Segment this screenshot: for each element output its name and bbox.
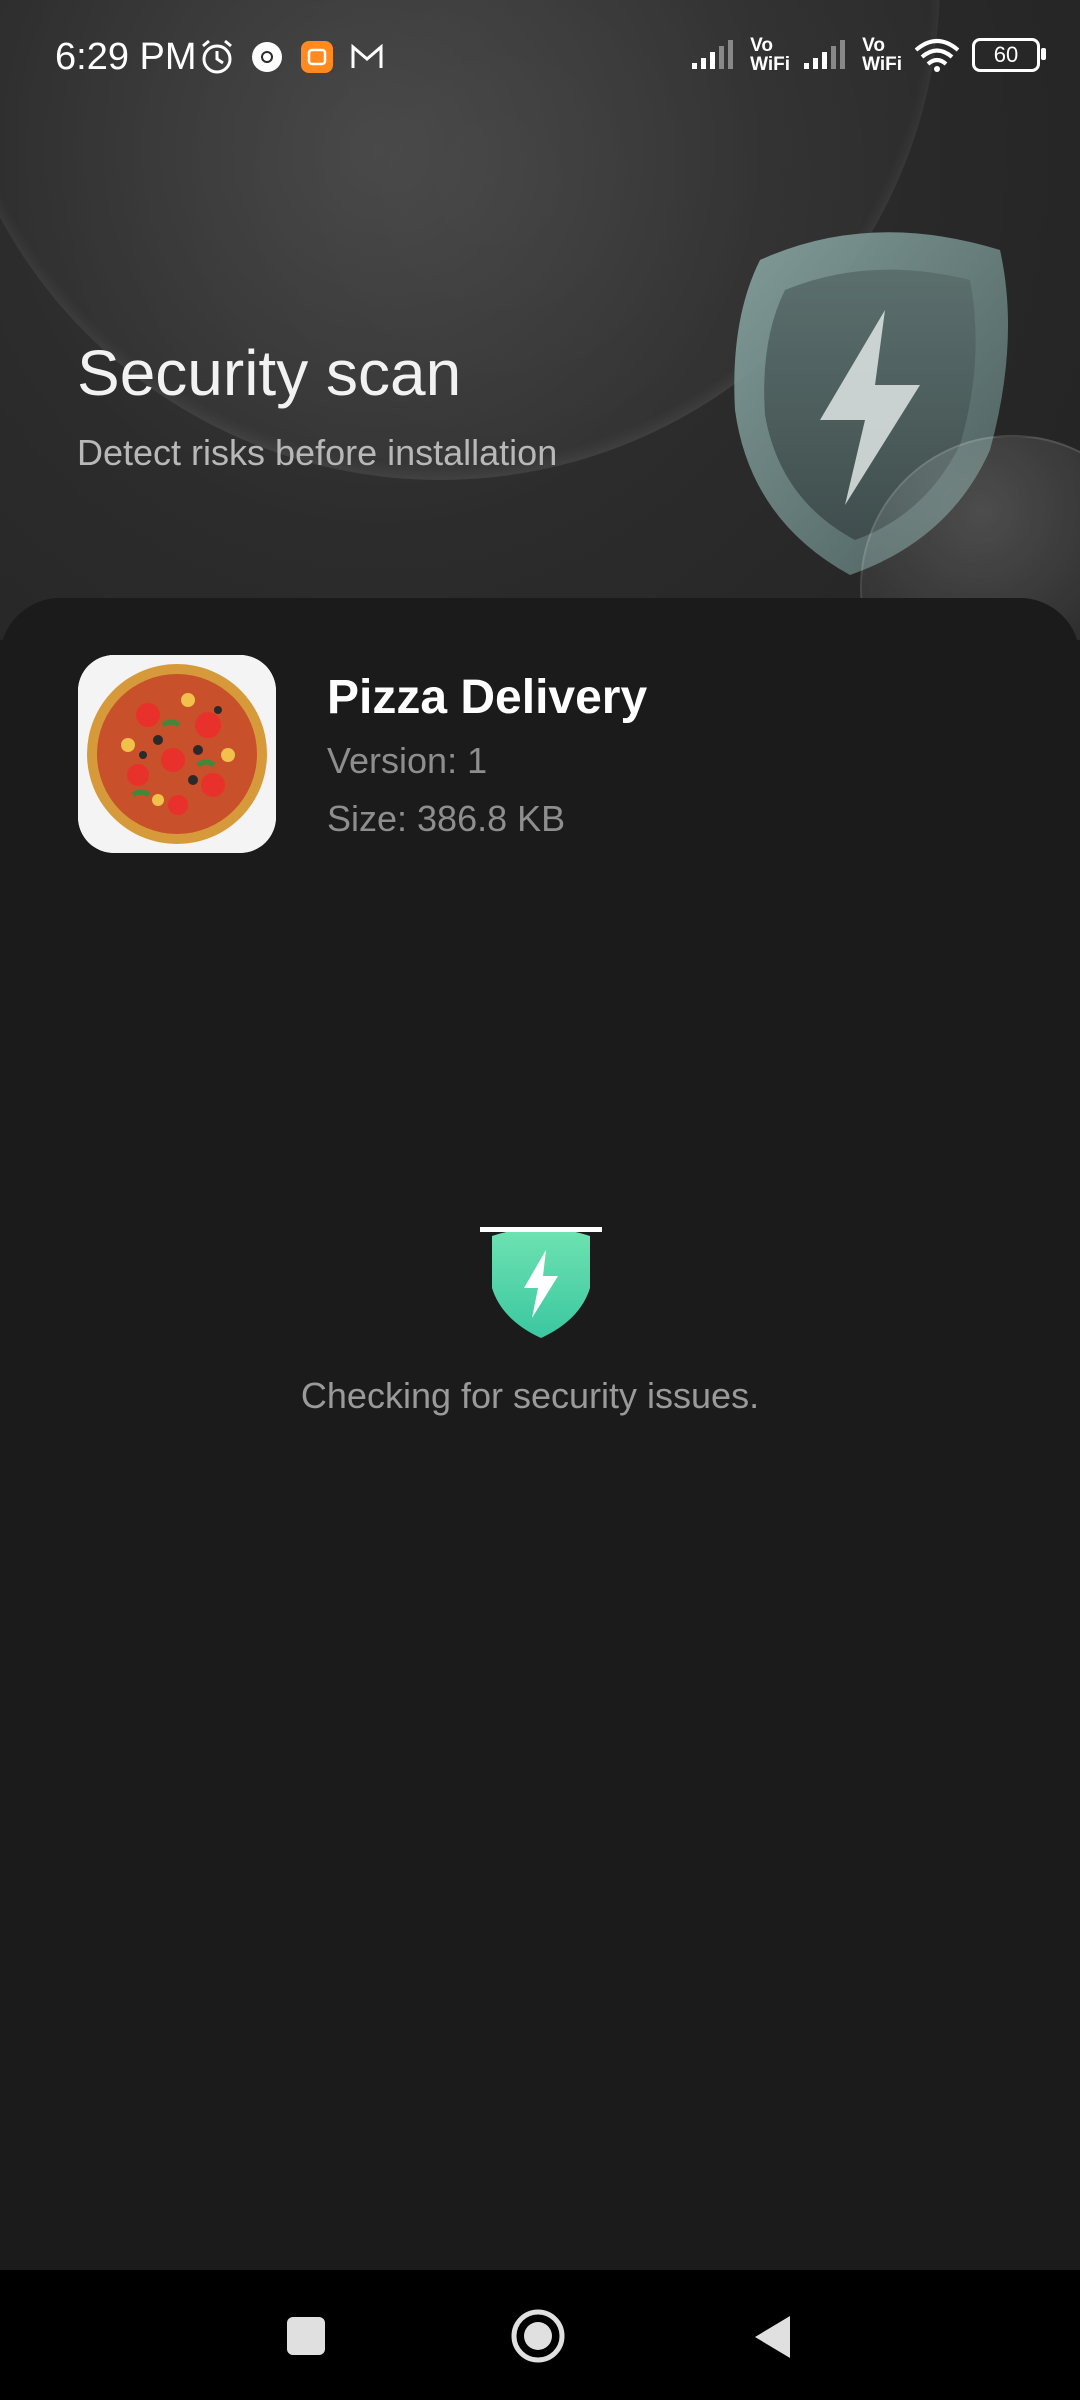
signal-icon (692, 40, 734, 69)
recent-apps-icon[interactable] (287, 2317, 325, 2355)
app-name: Pizza Delivery (327, 671, 648, 724)
wifi-icon (914, 39, 960, 72)
vowifi-label-2: Vo WiFi (862, 35, 902, 75)
back-icon[interactable] (752, 2314, 792, 2360)
app-size: Size: 386.8 KB (327, 798, 566, 839)
pizza-app-icon (78, 655, 276, 853)
app-version: Version: 1 (327, 740, 488, 781)
mi-store-icon (301, 41, 333, 73)
battery-level: 60 (993, 42, 1019, 67)
page-title: Security scan (77, 337, 462, 409)
navigation-bar (0, 2270, 1080, 2400)
status-bar: 6:29 PM Vo WiFi Vo WiFi 60 (0, 0, 1080, 120)
chrome-icon (252, 42, 282, 72)
alarm-icon (202, 39, 232, 74)
shield-lightning-icon (480, 1227, 602, 1338)
status-time: 6:29 PM (55, 36, 197, 78)
signal-icon-2 (804, 40, 846, 69)
page-subtitle: Detect risks before installation (77, 432, 558, 473)
vowifi-label: Vo WiFi (750, 35, 791, 75)
gmail-icon (351, 43, 383, 68)
home-icon[interactable] (510, 2308, 566, 2364)
scan-status-text: Checking for security issues. (300, 1375, 760, 1416)
battery-indicator: 60 (972, 38, 1046, 72)
